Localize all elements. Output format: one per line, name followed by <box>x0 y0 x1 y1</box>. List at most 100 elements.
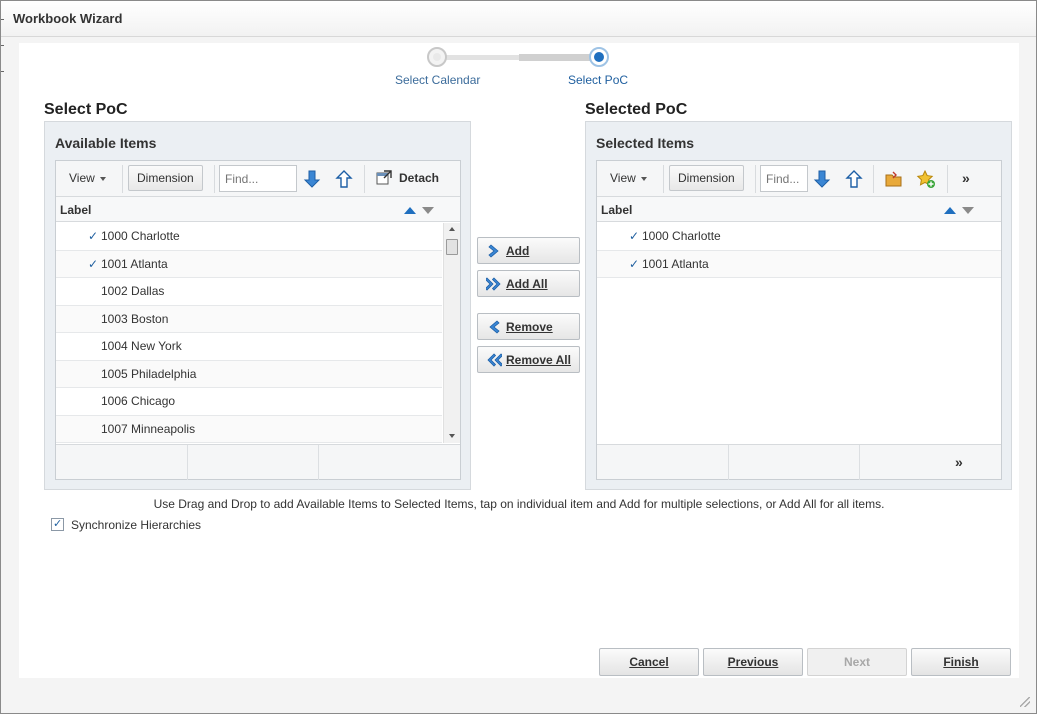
dialog-titlebar[interactable]: Workbook Wizard <box>1 1 1036 37</box>
chevron-down-icon <box>99 176 106 181</box>
resize-grip-icon[interactable] <box>1020 697 1030 707</box>
selected-view-menu[interactable]: View <box>601 165 656 191</box>
remove-all-button[interactable]: Remove All <box>477 346 580 373</box>
selected-toolbar: View Dimension » <box>597 161 1001 197</box>
list-item-label: 1006 Chicago <box>101 394 176 408</box>
shuttle-hint-text: Use Drag and Drop to add Available Items… <box>153 497 885 511</box>
chevron-right-icon <box>488 244 499 258</box>
label-column-title: Label <box>601 203 633 217</box>
detach-icon <box>376 170 392 185</box>
selected-find-input[interactable] <box>760 165 808 192</box>
remove-button[interactable]: Remove <box>477 313 580 340</box>
selected-section-title: Selected PoC <box>585 101 688 118</box>
scroll-down-icon[interactable] <box>449 434 455 438</box>
selected-dimension-button[interactable]: Dimension <box>669 165 744 191</box>
list-item-label: 1007 Minneapolis <box>101 421 196 436</box>
list-item-label: 1001 Atlanta <box>101 256 168 271</box>
toolbar-separator <box>663 165 664 193</box>
list-item-label: 1004 New York <box>101 339 182 353</box>
detach-label: Detach <box>399 171 440 185</box>
label-column-title: Label <box>60 203 92 217</box>
list-item-label: 1002 Dallas <box>101 284 165 298</box>
workbook-wizard-dialog: Workbook Wizard Select Calendar Select P… <box>0 0 1037 714</box>
list-item[interactable]: ✓ 1000 Charlotte <box>56 223 442 251</box>
sort-descending-icon[interactable] <box>422 207 434 214</box>
available-find-input[interactable] <box>219 165 297 192</box>
add-label: Add <box>506 244 530 258</box>
remove-label: Remove <box>506 320 553 334</box>
available-items-list: ✓ 1000 Charlotte ✓ 1001 Atlanta 1002 Dalla… <box>56 223 442 443</box>
scroll-up-icon[interactable] <box>449 227 455 231</box>
train-label-select-calendar[interactable]: Select Calendar <box>395 73 480 87</box>
available-items-title: Available Items <box>55 135 157 151</box>
list-item[interactable]: 1007 Minneapolis <box>56 415 442 443</box>
available-dimension-button[interactable]: Dimension <box>128 165 203 191</box>
next-label: Next <box>843 655 870 669</box>
list-item[interactable]: 1002 Dallas <box>56 278 442 306</box>
toolbar-separator <box>364 165 365 193</box>
sort-ascending-icon[interactable] <box>944 207 956 214</box>
footer-overflow-button[interactable]: » <box>955 454 963 470</box>
cancel-label: Cancel <box>629 655 669 669</box>
add-favorite-icon[interactable] <box>916 169 936 189</box>
finish-button[interactable]: Finish <box>911 648 1011 676</box>
list-item[interactable]: ✓ 1001 Atlanta <box>597 250 1001 278</box>
remove-all-label: Remove All <box>506 353 571 367</box>
toolbar-separator <box>214 165 215 193</box>
available-items-panel: Available Items View Dimension Detach <box>44 121 471 490</box>
list-item-label: 1001 Atlanta <box>642 256 709 271</box>
edge-mark <box>1 19 4 20</box>
view-menu-label: View <box>610 171 636 185</box>
selected-items-table: View Dimension » Label <box>596 160 1002 480</box>
previous-button[interactable]: Previous <box>703 648 803 676</box>
view-menu-label: View <box>69 171 95 185</box>
check-icon: ✓ <box>629 256 640 271</box>
available-toolbar: View Dimension Detach <box>56 161 460 197</box>
cancel-button[interactable]: Cancel <box>599 648 699 676</box>
list-item-label: 1000 Charlotte <box>642 229 721 243</box>
arrow-down-icon[interactable] <box>812 169 832 189</box>
list-item[interactable]: 1006 Chicago <box>56 388 442 416</box>
check-icon: ✓ <box>629 229 640 243</box>
arrow-up-icon[interactable] <box>334 169 354 189</box>
add-all-label: Add All <box>506 277 548 291</box>
footer-divider <box>859 445 860 480</box>
sort-descending-icon[interactable] <box>962 207 974 214</box>
open-folder-icon[interactable] <box>884 169 904 189</box>
selected-footer: » <box>597 444 1001 480</box>
toolbar-separator <box>122 165 123 193</box>
toolbar-overflow-button[interactable]: » <box>953 165 979 191</box>
sort-ascending-icon[interactable] <box>404 207 416 214</box>
available-view-menu[interactable]: View <box>60 165 115 191</box>
list-item[interactable]: ✓ 1001 Atlanta <box>56 250 442 278</box>
list-item[interactable]: 1003 Boston <box>56 305 442 333</box>
available-column-header[interactable]: Label <box>56 197 460 222</box>
wizard-content: Select Calendar Select PoC Select PoC Se… <box>19 43 1019 678</box>
footer-divider <box>187 445 188 480</box>
available-vertical-scrollbar[interactable] <box>443 223 460 443</box>
train-label-select-poc: Select PoC <box>568 73 629 87</box>
list-item[interactable]: 1005 Philadelphia <box>56 360 442 388</box>
selected-column-header[interactable]: Label <box>597 197 1001 222</box>
add-button[interactable]: Add <box>477 237 580 264</box>
list-item[interactable]: 1004 New York <box>56 333 442 361</box>
list-item-label: 1005 Philadelphia <box>101 366 197 381</box>
list-item[interactable]: ✓ 1000 Charlotte <box>597 223 1001 251</box>
next-button: Next <box>807 648 907 676</box>
available-footer <box>56 444 460 480</box>
arrow-down-icon[interactable] <box>302 169 322 189</box>
scrollbar-thumb[interactable] <box>446 239 458 255</box>
add-all-button[interactable]: Add All <box>477 270 580 297</box>
train-stop-select-calendar[interactable] <box>427 47 447 67</box>
arrow-up-icon[interactable] <box>844 169 864 189</box>
double-chevron-right-icon <box>486 277 501 291</box>
wizard-train: Select Calendar Select PoC <box>19 43 1019 95</box>
toolbar-separator <box>947 165 948 193</box>
footer-divider <box>318 445 319 480</box>
double-chevron-left-icon <box>487 353 502 367</box>
toolbar-separator <box>755 165 756 193</box>
checkbox-checked-icon[interactable] <box>51 517 64 531</box>
train-stop-select-poc <box>589 47 609 67</box>
finish-label: Finish <box>943 655 979 669</box>
chevron-down-icon <box>640 176 647 181</box>
